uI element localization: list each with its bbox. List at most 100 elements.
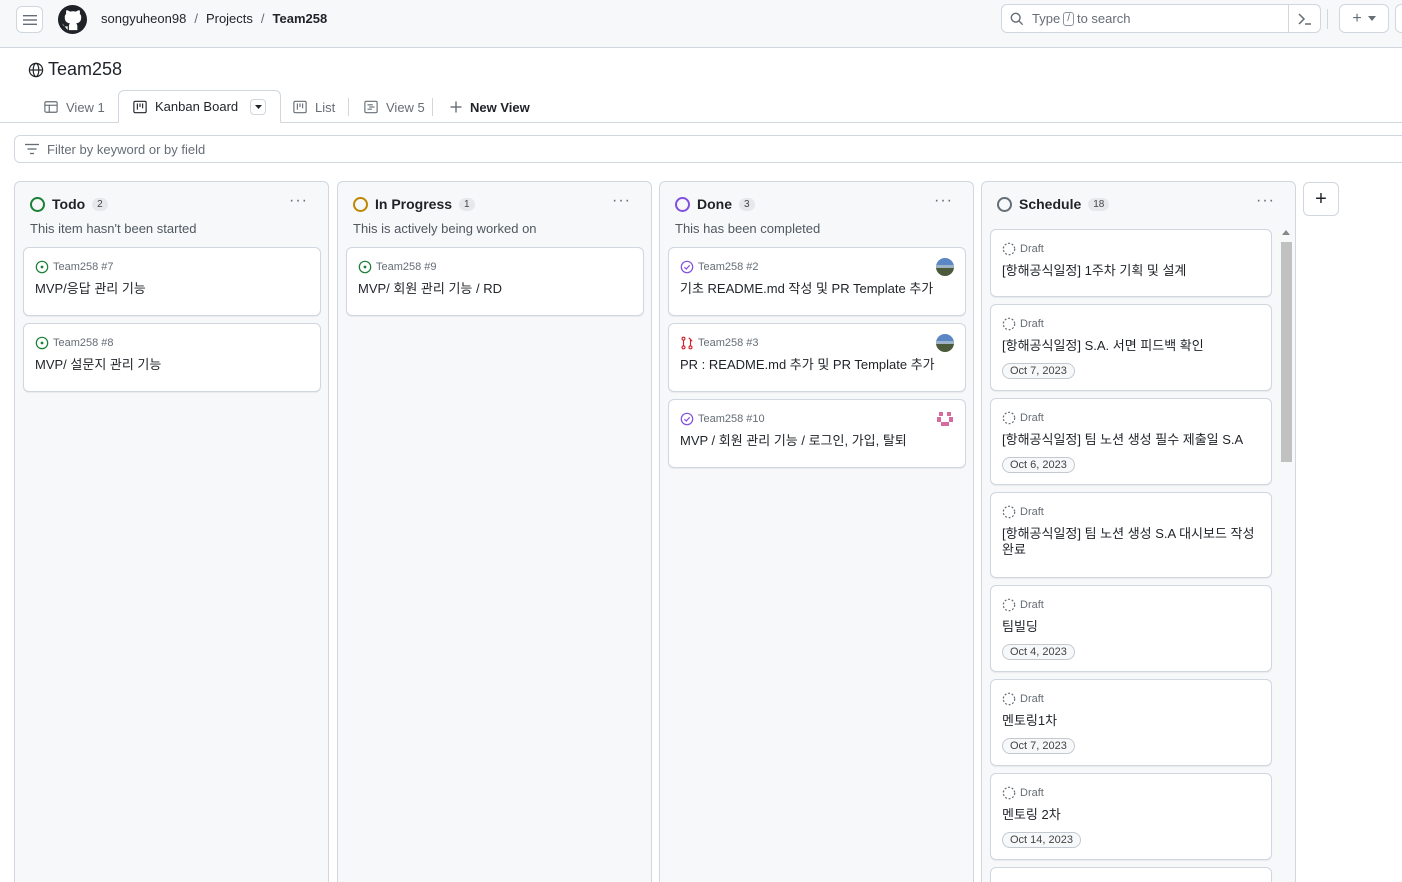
card-meta: Draft [1002,786,1044,800]
column-title: Schedule [1019,196,1082,212]
card-title[interactable]: MVP / 회원 관리 기능 / 로그인, 가입, 탈퇴 [680,433,949,449]
column-count: 2 [92,197,108,211]
scrollbar-thumb[interactable] [1281,242,1292,462]
plus-icon: + [1315,187,1327,210]
column-count: 1 [459,197,475,211]
card-meta: Draft [1002,505,1044,519]
github-logo-icon[interactable] [57,4,88,35]
card-title[interactable]: [항해공식일정] 팀 노션 생성 S.A 대시보드 작성 완료 [1002,526,1255,558]
table-icon [44,101,58,113]
card-title[interactable]: MVP/ 설문지 관리 기능 [35,357,304,373]
view-tabs: View 1 Kanban Board List View 5 New View [0,90,1402,123]
scroll-up-arrow-icon[interactable] [1282,230,1290,235]
project-title: Team258 [48,59,123,79]
column-menu-button[interactable]: ··· [934,192,953,210]
column-menu-button[interactable]: ··· [612,192,631,210]
breadcrumb-owner[interactable]: songyuheon98 [101,11,186,26]
filter-placeholder: Filter by keyword or by field [47,141,206,157]
card-meta: Draft [1002,317,1044,331]
card[interactable]: Draft 멘토링1차 Oct 7, 2023 [990,679,1272,766]
command-palette-button[interactable] [1288,5,1320,32]
tab-list[interactable]: List [293,91,335,123]
card[interactable]: Draft [항해공식일정] 팀 노션 생성 필수 제출일 S.A Oct 6,… [990,398,1272,485]
avatar-image-icon [936,258,954,276]
status-circle-icon [997,196,1012,212]
card[interactable]: Draft [항해공식일정] 1주차 기획 및 설계 [990,229,1272,297]
card-title[interactable]: 팀빌딩 [1002,619,1255,635]
card-ref: Draft [1020,412,1044,424]
card-title[interactable]: PR : README.md 추가 및 PR Template 추가 [680,357,949,373]
search-input[interactable]: Type / to search [1001,4,1321,33]
card[interactable]: Team258 #9 MVP/ 회원 관리 기능 / RD [346,247,644,316]
column-in-progress: In Progress 1 ··· This is actively being… [337,181,652,882]
column-header: Todo 2 [30,196,108,212]
header-divider [1327,9,1328,29]
column-header: In Progress 1 [353,196,475,212]
column-scrollbar[interactable] [1279,228,1293,882]
status-circle-icon [353,196,368,212]
card-title[interactable]: MVP/ 회원 관리 기능 / RD [358,281,627,297]
search-placeholder-post: to search [1076,11,1131,26]
card[interactable]: Draft [항해공식일정] S.A. 서면 피드백 확인 Oct 7, 202… [990,304,1272,391]
breadcrumb: songyuheon98 / Projects / Team258 [101,11,327,26]
card[interactable]: Team258 #2 기초 README.md 작성 및 PR Template… [668,247,966,316]
card[interactable]: Team258 #10 MVP / 회원 관리 기능 / 로그인, 가입, 탈퇴 [668,399,966,468]
tab-kanban-board[interactable]: Kanban Board [118,90,282,123]
column-done: Done 3 ··· This has been completed Team2… [659,181,974,882]
issues-button[interactable] [1395,4,1402,33]
tab-view-1[interactable]: View 1 [44,91,105,123]
column-count: 18 [1088,197,1110,211]
issue-closed-icon [680,412,694,426]
roadmap-icon [364,100,378,114]
breadcrumb-project[interactable]: Team258 [273,11,328,26]
status-circle-icon [675,196,690,212]
filter-input[interactable]: Filter by keyword or by field [14,135,1402,163]
issue-open-icon [358,260,372,274]
search-shortcut-key: / [1063,11,1074,26]
card[interactable]: Draft 팀빌딩 Oct 4, 2023 [990,585,1272,672]
card[interactable] [990,867,1272,882]
assignee-avatar[interactable] [936,410,954,428]
card-ref: Team258 #7 [53,261,114,273]
date-badge: Oct 7, 2023 [1002,738,1075,754]
draft-issue-icon [1002,317,1016,331]
menu-button[interactable] [16,6,43,33]
tab-label: Kanban Board [155,99,239,114]
card-ref: Draft [1020,693,1044,705]
column-schedule: Schedule 18 ··· Draft [항해공식일정] 1주차 기획 및 … [981,181,1296,882]
card[interactable]: Draft 멘토링 2차 Oct 14, 2023 [990,773,1272,860]
add-column-button[interactable]: + [1303,182,1339,216]
card[interactable]: Team258 #7 MVP/응답 관리 기능 [23,247,321,316]
global-header: songyuheon98 / Projects / Team258 Type /… [0,0,1402,48]
card-title[interactable]: [항해공식일정] S.A. 서면 피드백 확인 [1002,338,1255,354]
column-menu-button[interactable]: ··· [289,192,308,210]
assignee-avatar[interactable] [936,258,954,276]
card-meta: Team258 #10 [680,412,765,426]
date-badge: Oct 7, 2023 [1002,363,1075,379]
card[interactable]: Team258 #3 PR : README.md 추가 및 PR Templa… [668,323,966,392]
card-title[interactable]: [항해공식일정] 팀 노션 생성 필수 제출일 S.A [1002,432,1255,448]
column-header: Done 3 [675,196,755,212]
board-icon [293,100,307,114]
view-options-button[interactable] [250,98,267,115]
tab-view-5[interactable]: View 5 [364,91,425,123]
plus-icon [450,101,462,113]
globe-icon [28,62,44,77]
new-view-button[interactable]: New View [450,91,530,123]
breadcrumb-separator: / [194,11,198,26]
column-title: In Progress [375,196,453,212]
card[interactable]: Draft [항해공식일정] 팀 노션 생성 S.A 대시보드 작성 완료 [990,492,1272,578]
card-meta: Team258 #3 [680,336,759,350]
card-title[interactable]: 멘토링1차 [1002,713,1255,729]
card-title[interactable]: [항해공식일정] 1주차 기획 및 설계 [1002,263,1255,279]
breadcrumb-projects[interactable]: Projects [206,11,253,26]
create-new-button[interactable]: + [1339,4,1389,33]
card[interactable]: Team258 #8 MVP/ 설문지 관리 기능 [23,323,321,392]
draft-issue-icon [1002,598,1016,612]
status-circle-icon [30,196,45,212]
card-title[interactable]: 멘토링 2차 [1002,807,1255,823]
card-title[interactable]: 기초 README.md 작성 및 PR Template 추가 [680,281,949,297]
assignee-avatar[interactable] [936,334,954,352]
column-menu-button[interactable]: ··· [1256,192,1275,210]
card-title[interactable]: MVP/응답 관리 기능 [35,281,304,297]
